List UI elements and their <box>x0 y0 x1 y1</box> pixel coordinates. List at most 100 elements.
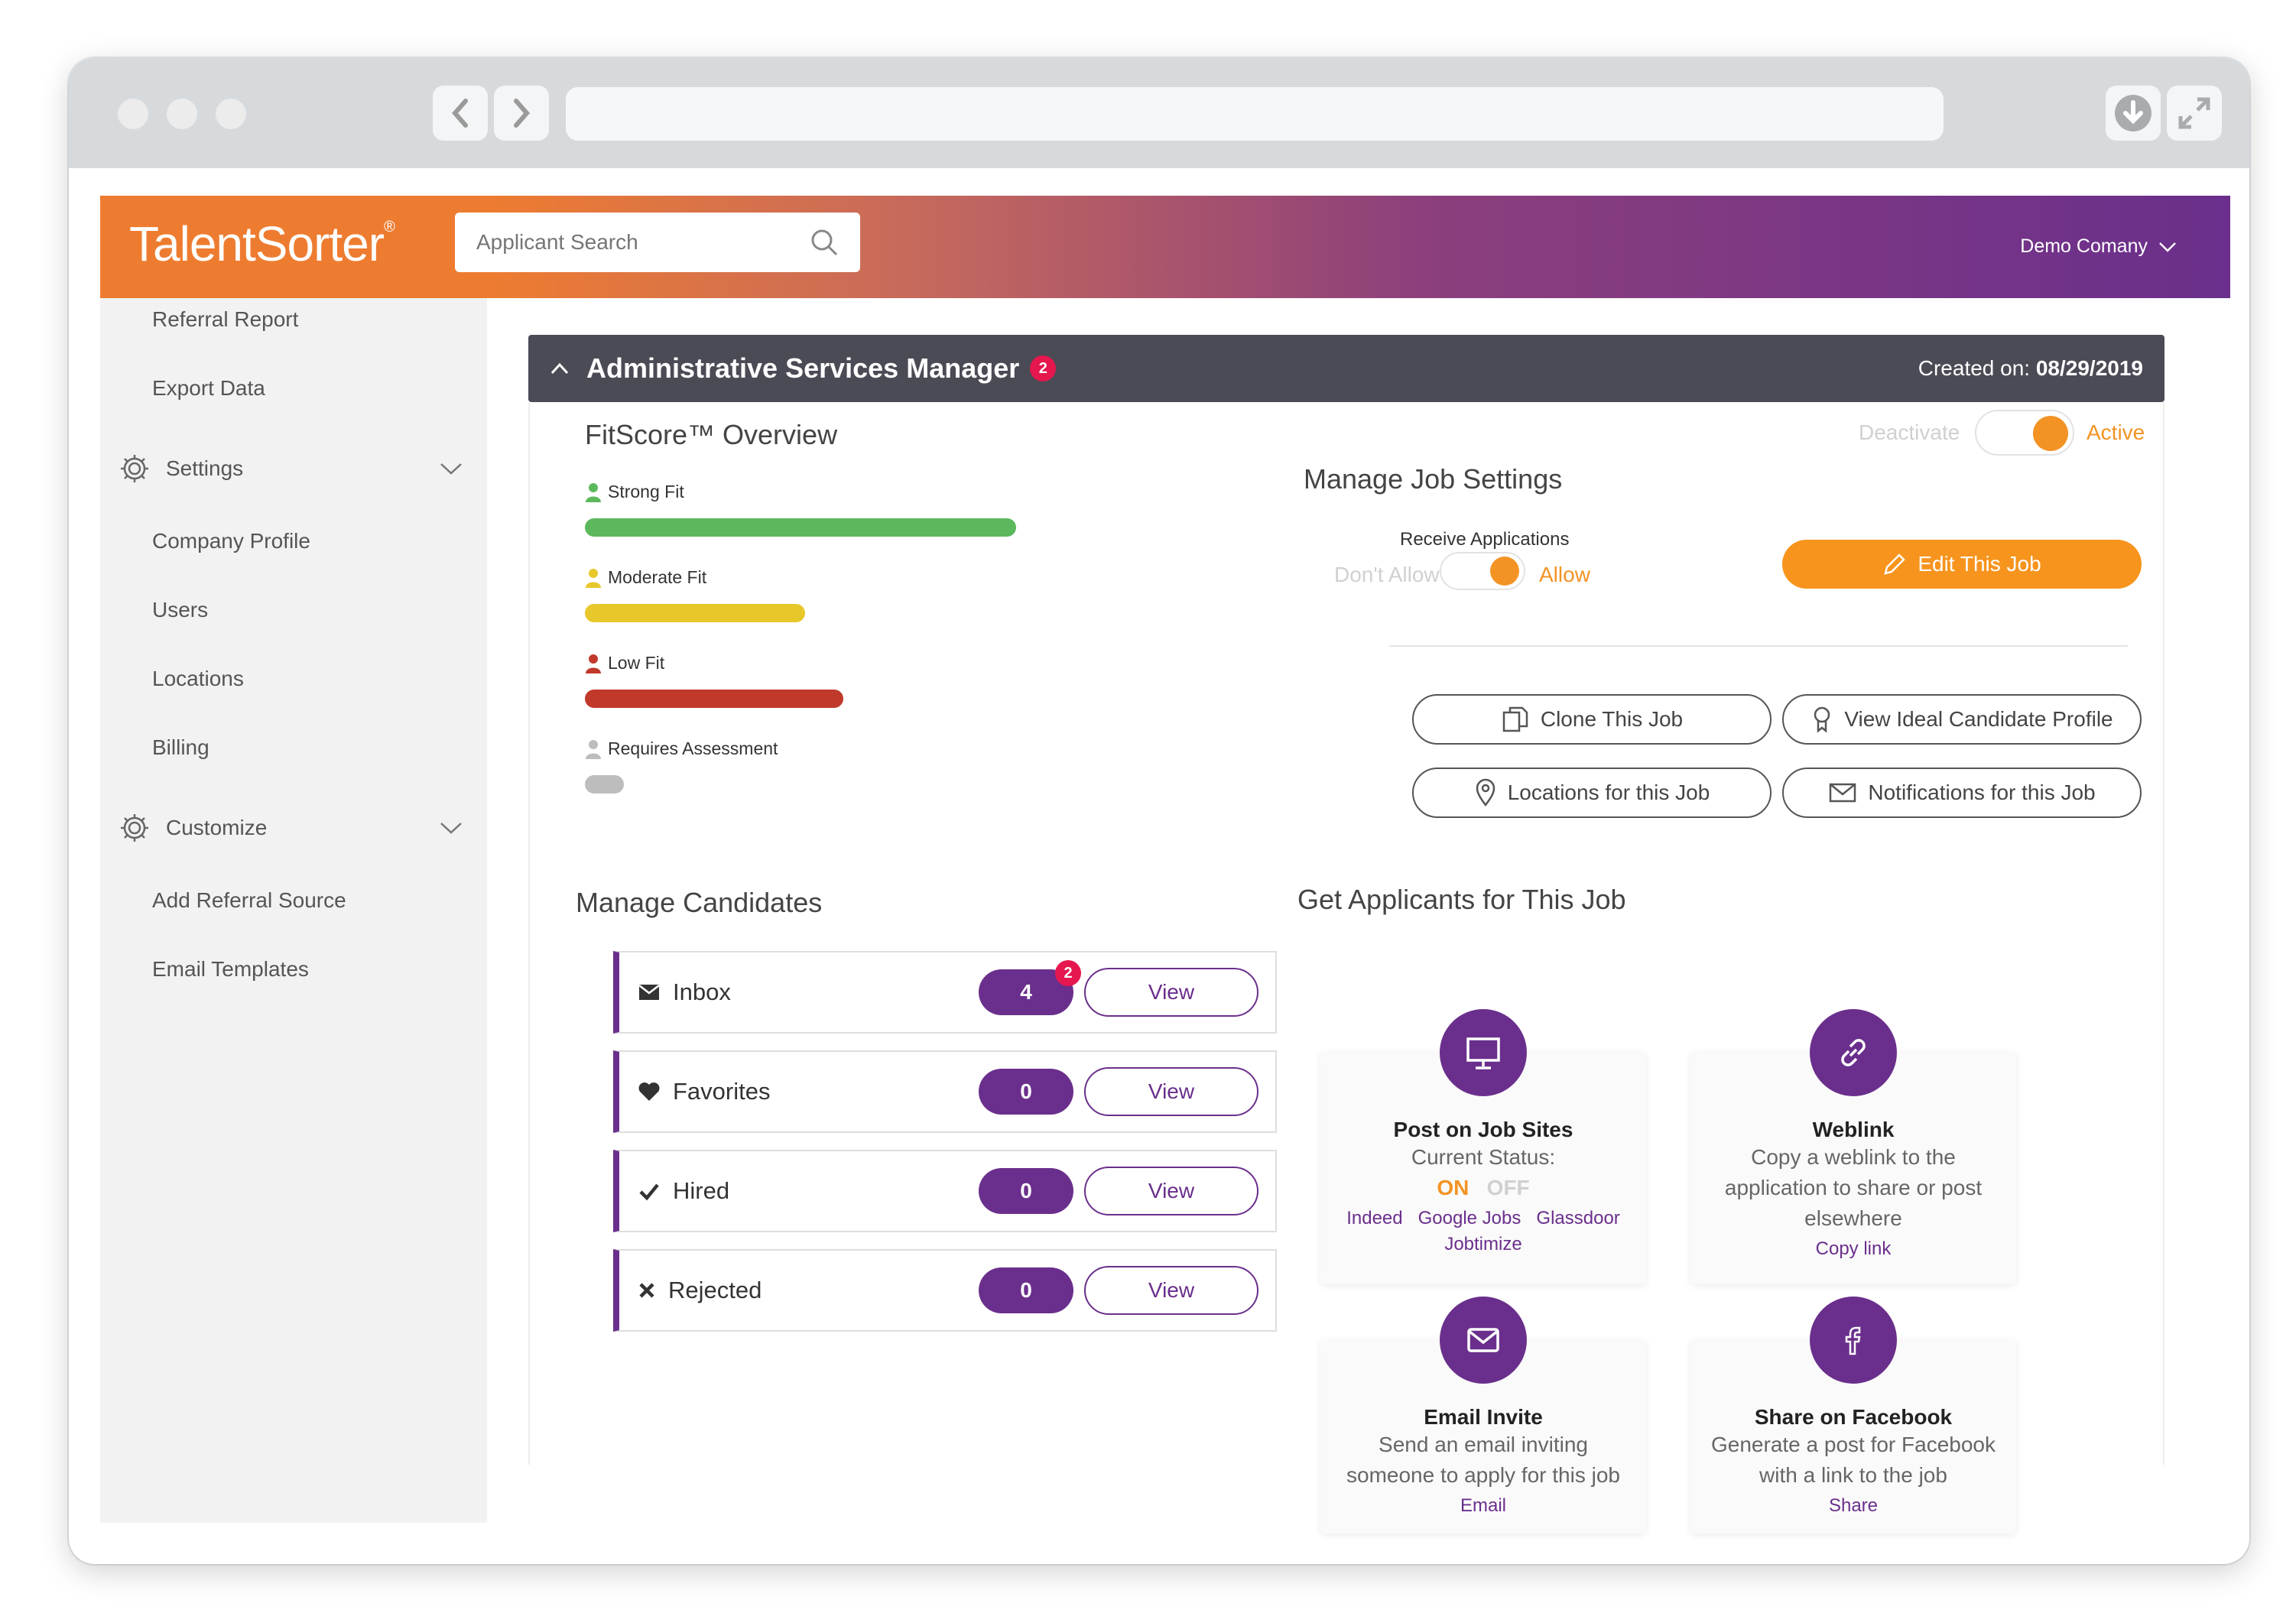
view-button[interactable]: View <box>1084 968 1258 1017</box>
fitscore-title: FitScore™ Overview <box>585 419 838 450</box>
view-button[interactable]: View <box>1084 1266 1258 1315</box>
sidebar-item-referral-report[interactable]: Referral Report <box>152 307 298 332</box>
edit-job-button[interactable]: Edit This Job <box>1782 540 2142 589</box>
view-ideal-candidate-button[interactable]: View Ideal Candidate Profile <box>1782 694 2142 745</box>
settings-divider <box>1389 645 2128 647</box>
receive-applications-label: Receive Applications <box>1400 529 1570 550</box>
facebook-icon <box>1845 1326 1861 1355</box>
link-icon-circle[interactable] <box>1810 1009 1897 1096</box>
customize-label: Customize <box>166 816 268 839</box>
browser-chrome <box>69 58 2249 168</box>
chevron-down-icon <box>440 823 462 834</box>
count-pill[interactable]: 0 <box>979 1069 1073 1115</box>
active-toggle[interactable] <box>1975 410 2074 456</box>
row-label: Favorites <box>673 1078 771 1105</box>
allow-label[interactable]: Allow <box>1539 563 1590 587</box>
company-dropdown[interactable]: Demo Comany <box>2020 235 2177 258</box>
receive-applications-toggle[interactable] <box>1440 552 1525 590</box>
sidebar: Referral Report Export Data Settings Com… <box>100 298 487 1523</box>
sidebar-item-add-referral-source[interactable]: Add Referral Source <box>152 888 346 913</box>
window-dot-1[interactable] <box>118 99 148 129</box>
created-on: Created on: 08/29/2019 <box>1918 356 2143 380</box>
toggle-knob <box>2033 416 2068 451</box>
monitor-icon-circle[interactable] <box>1440 1009 1527 1096</box>
sidebar-item-email-templates[interactable]: Email Templates <box>152 957 309 982</box>
candidate-row-inbox[interactable]: Inbox 4 2 View <box>613 951 1277 1034</box>
dont-allow-label[interactable]: Don't Allow <box>1334 563 1440 587</box>
chevron-down-icon <box>440 463 462 475</box>
card-text: Generate a post for Facebook with a link… <box>1711 1433 1996 1487</box>
facebook-icon-circle[interactable] <box>1810 1297 1897 1384</box>
sidebar-item-company-profile[interactable]: Company Profile <box>152 529 310 553</box>
count-pill[interactable]: 0 <box>979 1267 1073 1313</box>
site-link-jobtimize[interactable]: Jobtimize <box>1320 1234 1646 1255</box>
get-applicants-title: Get Applicants for This Job <box>1297 884 1626 915</box>
count-pill[interactable]: 0 <box>979 1168 1073 1214</box>
copy-link[interactable]: Copy link <box>1690 1234 2016 1264</box>
sidebar-section-customize[interactable]: Customize <box>119 812 463 844</box>
sidebar-item-billing[interactable]: Billing <box>152 735 209 760</box>
site-link-google-jobs[interactable]: Google Jobs <box>1418 1208 1521 1228</box>
monitor-icon <box>1466 1037 1500 1069</box>
current-status-label: Current Status: <box>1411 1145 1556 1169</box>
fit-label-requires: Requires Assessment <box>585 738 778 759</box>
forward-button[interactable] <box>494 86 549 141</box>
clone-job-button[interactable]: Clone This Job <box>1412 694 1772 745</box>
envelope-icon-circle[interactable] <box>1440 1297 1527 1384</box>
fit-bar-moderate[interactable] <box>585 604 805 622</box>
sidebar-item-export-data[interactable]: Export Data <box>152 376 265 401</box>
chevron-up-icon[interactable] <box>550 362 570 375</box>
fit-bar-strong[interactable] <box>585 518 1016 537</box>
status-toggle-text[interactable]: ON OFF <box>1320 1173 1646 1203</box>
row-label: Rejected <box>668 1277 762 1303</box>
candidate-row-favorites[interactable]: Favorites 0 View <box>613 1050 1277 1133</box>
card-text: Send an email inviting someone to apply … <box>1346 1433 1620 1487</box>
email-link[interactable]: Email <box>1320 1491 1646 1521</box>
download-button[interactable] <box>2106 86 2161 141</box>
locations-for-job-button[interactable]: Locations for this Job <box>1412 768 1772 818</box>
address-bar[interactable] <box>566 87 1944 141</box>
sidebar-item-locations[interactable]: Locations <box>152 667 244 691</box>
person-icon <box>586 739 601 759</box>
sidebar-item-users[interactable]: Users <box>152 598 208 622</box>
chevron-down-icon <box>2159 242 2176 252</box>
clone-icon <box>1502 706 1528 732</box>
search-input[interactable] <box>476 230 810 255</box>
fit-bar-low[interactable] <box>585 690 843 708</box>
manage-candidates-title: Manage Candidates <box>576 887 823 918</box>
notifications-for-job-button[interactable]: Notifications for this Job <box>1782 768 2142 818</box>
fit-label-low: Low Fit <box>585 653 664 673</box>
candidate-row-rejected[interactable]: Rejected 0 View <box>613 1249 1277 1332</box>
active-label[interactable]: Active <box>2087 420 2145 445</box>
share-link[interactable]: Share <box>1690 1491 2016 1521</box>
company-name: Demo Comany <box>2020 235 2148 257</box>
applicant-search[interactable] <box>455 213 860 272</box>
envelope-icon <box>1830 783 1856 803</box>
back-button[interactable] <box>433 86 488 141</box>
heart-icon <box>638 1082 660 1101</box>
view-button[interactable]: View <box>1084 1167 1258 1215</box>
award-icon <box>1814 706 1830 733</box>
person-icon <box>586 568 601 588</box>
deactivate-label[interactable]: Deactivate <box>1859 420 1960 445</box>
job-badge: 2 <box>1030 355 1057 381</box>
job-sites-links: Indeed Google Jobs Glassdoor <box>1320 1203 1646 1234</box>
logo[interactable]: TalentSorter® <box>129 216 395 272</box>
search-icon[interactable] <box>810 228 839 257</box>
fit-bar-requires[interactable] <box>585 775 624 794</box>
download-icon <box>2115 95 2151 131</box>
window-dot-3[interactable] <box>216 99 246 129</box>
envelope-icon <box>1467 1328 1499 1352</box>
pencil-icon <box>1884 553 1906 575</box>
person-icon <box>586 482 601 502</box>
site-link-indeed[interactable]: Indeed <box>1346 1208 1402 1228</box>
sidebar-section-settings[interactable]: Settings <box>119 453 463 485</box>
toggle-knob <box>1490 557 1519 586</box>
window-dot-2[interactable] <box>167 99 197 129</box>
expand-button[interactable] <box>2167 86 2222 141</box>
view-button[interactable]: View <box>1084 1067 1258 1116</box>
site-link-glassdoor[interactable]: Glassdoor <box>1536 1208 1619 1228</box>
candidate-row-hired[interactable]: Hired 0 View <box>613 1150 1277 1232</box>
top-bar: TalentSorter® Demo Comany <box>100 196 2230 298</box>
envelope-icon <box>638 985 660 1000</box>
